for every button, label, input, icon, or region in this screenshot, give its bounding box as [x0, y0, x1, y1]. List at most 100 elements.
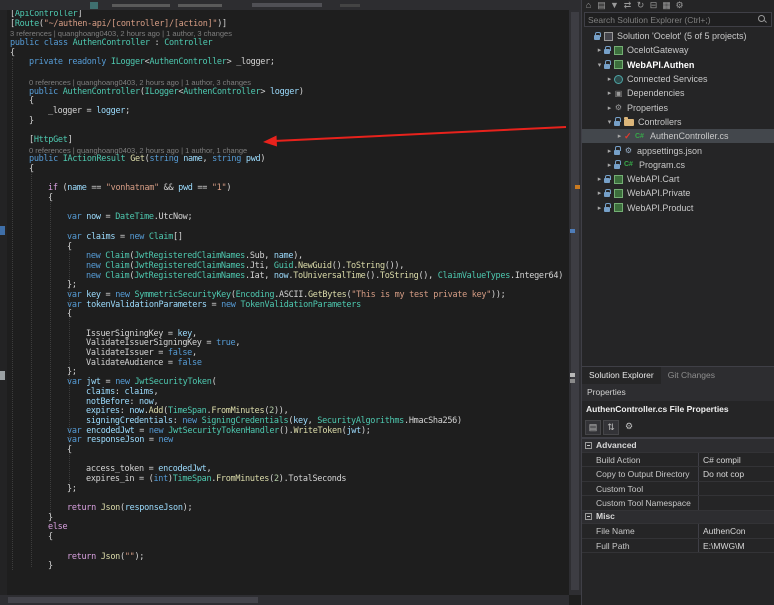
lock-icon [614, 160, 621, 169]
tree-item-appsettings-json[interactable]: ▸ ⚙ appsettings.json [582, 143, 774, 157]
collapse-all-icon[interactable]: ⊟ [649, 0, 658, 11]
json-file-icon: ⚙ [624, 146, 633, 155]
property-row: Copy to Output DirectoryDo not cop [582, 467, 774, 482]
properties-icon[interactable]: ⚙ [675, 0, 684, 11]
refresh-icon[interactable]: ↻ [636, 0, 645, 11]
property-label: Full Path [582, 539, 699, 553]
lock-icon [604, 60, 611, 69]
project-icon [614, 203, 623, 212]
tree-item-webapi-cart[interactable]: ▸WebAPI.Cart [582, 172, 774, 186]
search-input[interactable] [585, 14, 758, 26]
tab-git-changes[interactable]: Git Changes [661, 367, 722, 384]
code-line: { [0, 310, 569, 320]
solution-explorer-toolbar-clipped: ⌂ ▤ ▼ ⇄ ↻ ⊟ ▦ ⚙ [582, 0, 774, 11]
gutter-mark [0, 226, 5, 235]
tree-item-webapi-private[interactable]: ▸ WebAPI.Private [582, 186, 774, 200]
solution-explorer-search[interactable] [584, 12, 772, 27]
tree-item-dependencies[interactable]: ▸▣Dependencies [582, 86, 774, 100]
lock-icon [604, 203, 611, 212]
code-line: public AuthenController(ILogger<AuthenCo… [0, 88, 569, 98]
property-value[interactable]: Do not cop [699, 467, 774, 481]
tree-item-label: Program.cs [639, 160, 685, 170]
sync-with-document-icon[interactable]: ⇄ [623, 0, 632, 11]
tree-item-label: WebAPI.Private [627, 188, 690, 198]
show-all-files-icon[interactable]: ▦ [662, 0, 671, 11]
code-line: var responseJson = new [0, 436, 569, 446]
property-value[interactable] [699, 482, 774, 496]
tree-item-properties[interactable]: ▸⚙Properties [582, 100, 774, 114]
property-section-label: Misc [596, 510, 615, 524]
collapse-section-icon[interactable] [585, 442, 592, 449]
vs-window: [ApiController][Route("~/authen-api/[con… [0, 0, 774, 605]
connected-services-icon [614, 75, 623, 84]
property-row: Custom Tool [582, 482, 774, 497]
property-value[interactable]: AuthenCon [699, 524, 774, 538]
code-line: } [0, 117, 569, 127]
editor-vertical-scrollbar[interactable] [569, 10, 581, 595]
switch-views-icon[interactable]: ▤ [597, 0, 606, 11]
code-line: _logger = logger; [0, 107, 569, 117]
property-row: Full PathE:\MWG\M [582, 539, 774, 554]
properties-toolbar: ▤⇅⚙ [582, 417, 774, 438]
tree-item-program-cs[interactable]: ▸C#Program.cs [582, 158, 774, 172]
chevron-collapsed-icon[interactable]: ▸ [595, 175, 604, 183]
code-line [0, 126, 569, 136]
editor-horizontal-scrollbar[interactable] [0, 595, 569, 605]
code-editor[interactable]: [ApiController][Route("~/authen-api/[con… [0, 0, 581, 605]
tree-item-webapi-product[interactable]: ▸WebAPI.Product [582, 201, 774, 215]
chevron-collapsed-icon[interactable]: ▸ [595, 204, 604, 212]
scrollbar-annotation [570, 379, 575, 383]
tree-item-webapi-authen[interactable]: ▾WebAPI.Authen [582, 58, 774, 72]
tree-item-authencontroller-cs[interactable]: ▸✓C#AuthenController.cs [582, 129, 774, 143]
code-line: { [0, 446, 569, 456]
modified-check-icon: ✓ [624, 132, 632, 141]
scrollbar-thumb[interactable] [571, 12, 579, 590]
tree-item-label: Solution 'Ocelot' (5 of 5 projects) [617, 31, 747, 41]
property-row: File NameAuthenCon [582, 524, 774, 539]
filter-icon[interactable]: ▼ [610, 0, 619, 10]
chevron-collapsed-icon[interactable]: ▸ [605, 104, 614, 112]
property-pages-icon[interactable]: ⚙ [621, 420, 637, 435]
scrollbar-annotation [570, 229, 575, 233]
code-line: public IActionResult Get(string name, st… [0, 155, 569, 165]
chevron-collapsed-icon[interactable]: ▸ [605, 147, 614, 155]
tree-item-solution-ocelot-5-of-5-projects[interactable]: Solution 'Ocelot' (5 of 5 projects) [582, 29, 774, 43]
categorized-icon[interactable]: ▤ [585, 420, 601, 435]
chevron-collapsed-icon[interactable]: ▸ [605, 75, 614, 83]
property-value[interactable]: E:\MWG\M [699, 539, 774, 553]
lock-icon [604, 189, 611, 198]
code-line: return Json(""); [0, 553, 569, 563]
properties-object-selector[interactable]: AuthenController.cs File Properties [582, 401, 774, 417]
collapse-section-icon[interactable] [585, 513, 592, 520]
chevron-collapsed-icon[interactable]: ▸ [605, 161, 614, 169]
chevron-collapsed-icon[interactable]: ▸ [595, 46, 604, 54]
property-label: Build Action [582, 453, 699, 467]
property-section-misc[interactable]: Misc [582, 511, 774, 525]
code-line: public class AuthenController : Controll… [0, 39, 569, 49]
chevron-expanded-icon[interactable]: ▾ [595, 61, 604, 69]
chevron-collapsed-icon[interactable]: ▸ [605, 89, 614, 97]
property-section-advanced[interactable]: Advanced [582, 439, 774, 453]
property-value[interactable]: C# compil [699, 453, 774, 467]
lock-icon [614, 146, 621, 155]
tree-item-connected-services[interactable]: ▸Connected Services [582, 72, 774, 86]
scrollbar-annotation [575, 185, 580, 189]
alphabetical-sort-icon[interactable]: ⇅ [603, 420, 619, 435]
toolbar-fragment [340, 4, 360, 7]
chevron-collapsed-icon[interactable]: ▸ [595, 189, 604, 197]
tree-item-controllers[interactable]: ▾Controllers [582, 115, 774, 129]
code-line: var now = DateTime.UtcNow; [0, 213, 569, 223]
tab-solution-explorer[interactable]: Solution Explorer [582, 367, 661, 384]
property-value[interactable] [699, 496, 774, 510]
property-row: Build ActionC# compil [582, 453, 774, 468]
home-icon[interactable]: ⌂ [584, 0, 593, 10]
property-label: Custom Tool [582, 482, 699, 496]
chevron-expanded-icon[interactable]: ▾ [605, 118, 614, 126]
lock-icon [594, 32, 601, 41]
tree-item-label: appsettings.json [637, 146, 702, 156]
scrollbar-thumb[interactable] [8, 597, 258, 603]
toolbar-fragment [90, 2, 98, 9]
chevron-collapsed-icon[interactable]: ▸ [615, 132, 624, 140]
code-line: }; [0, 485, 569, 495]
tree-item-ocelotgateway[interactable]: ▸OcelotGateway [582, 43, 774, 57]
